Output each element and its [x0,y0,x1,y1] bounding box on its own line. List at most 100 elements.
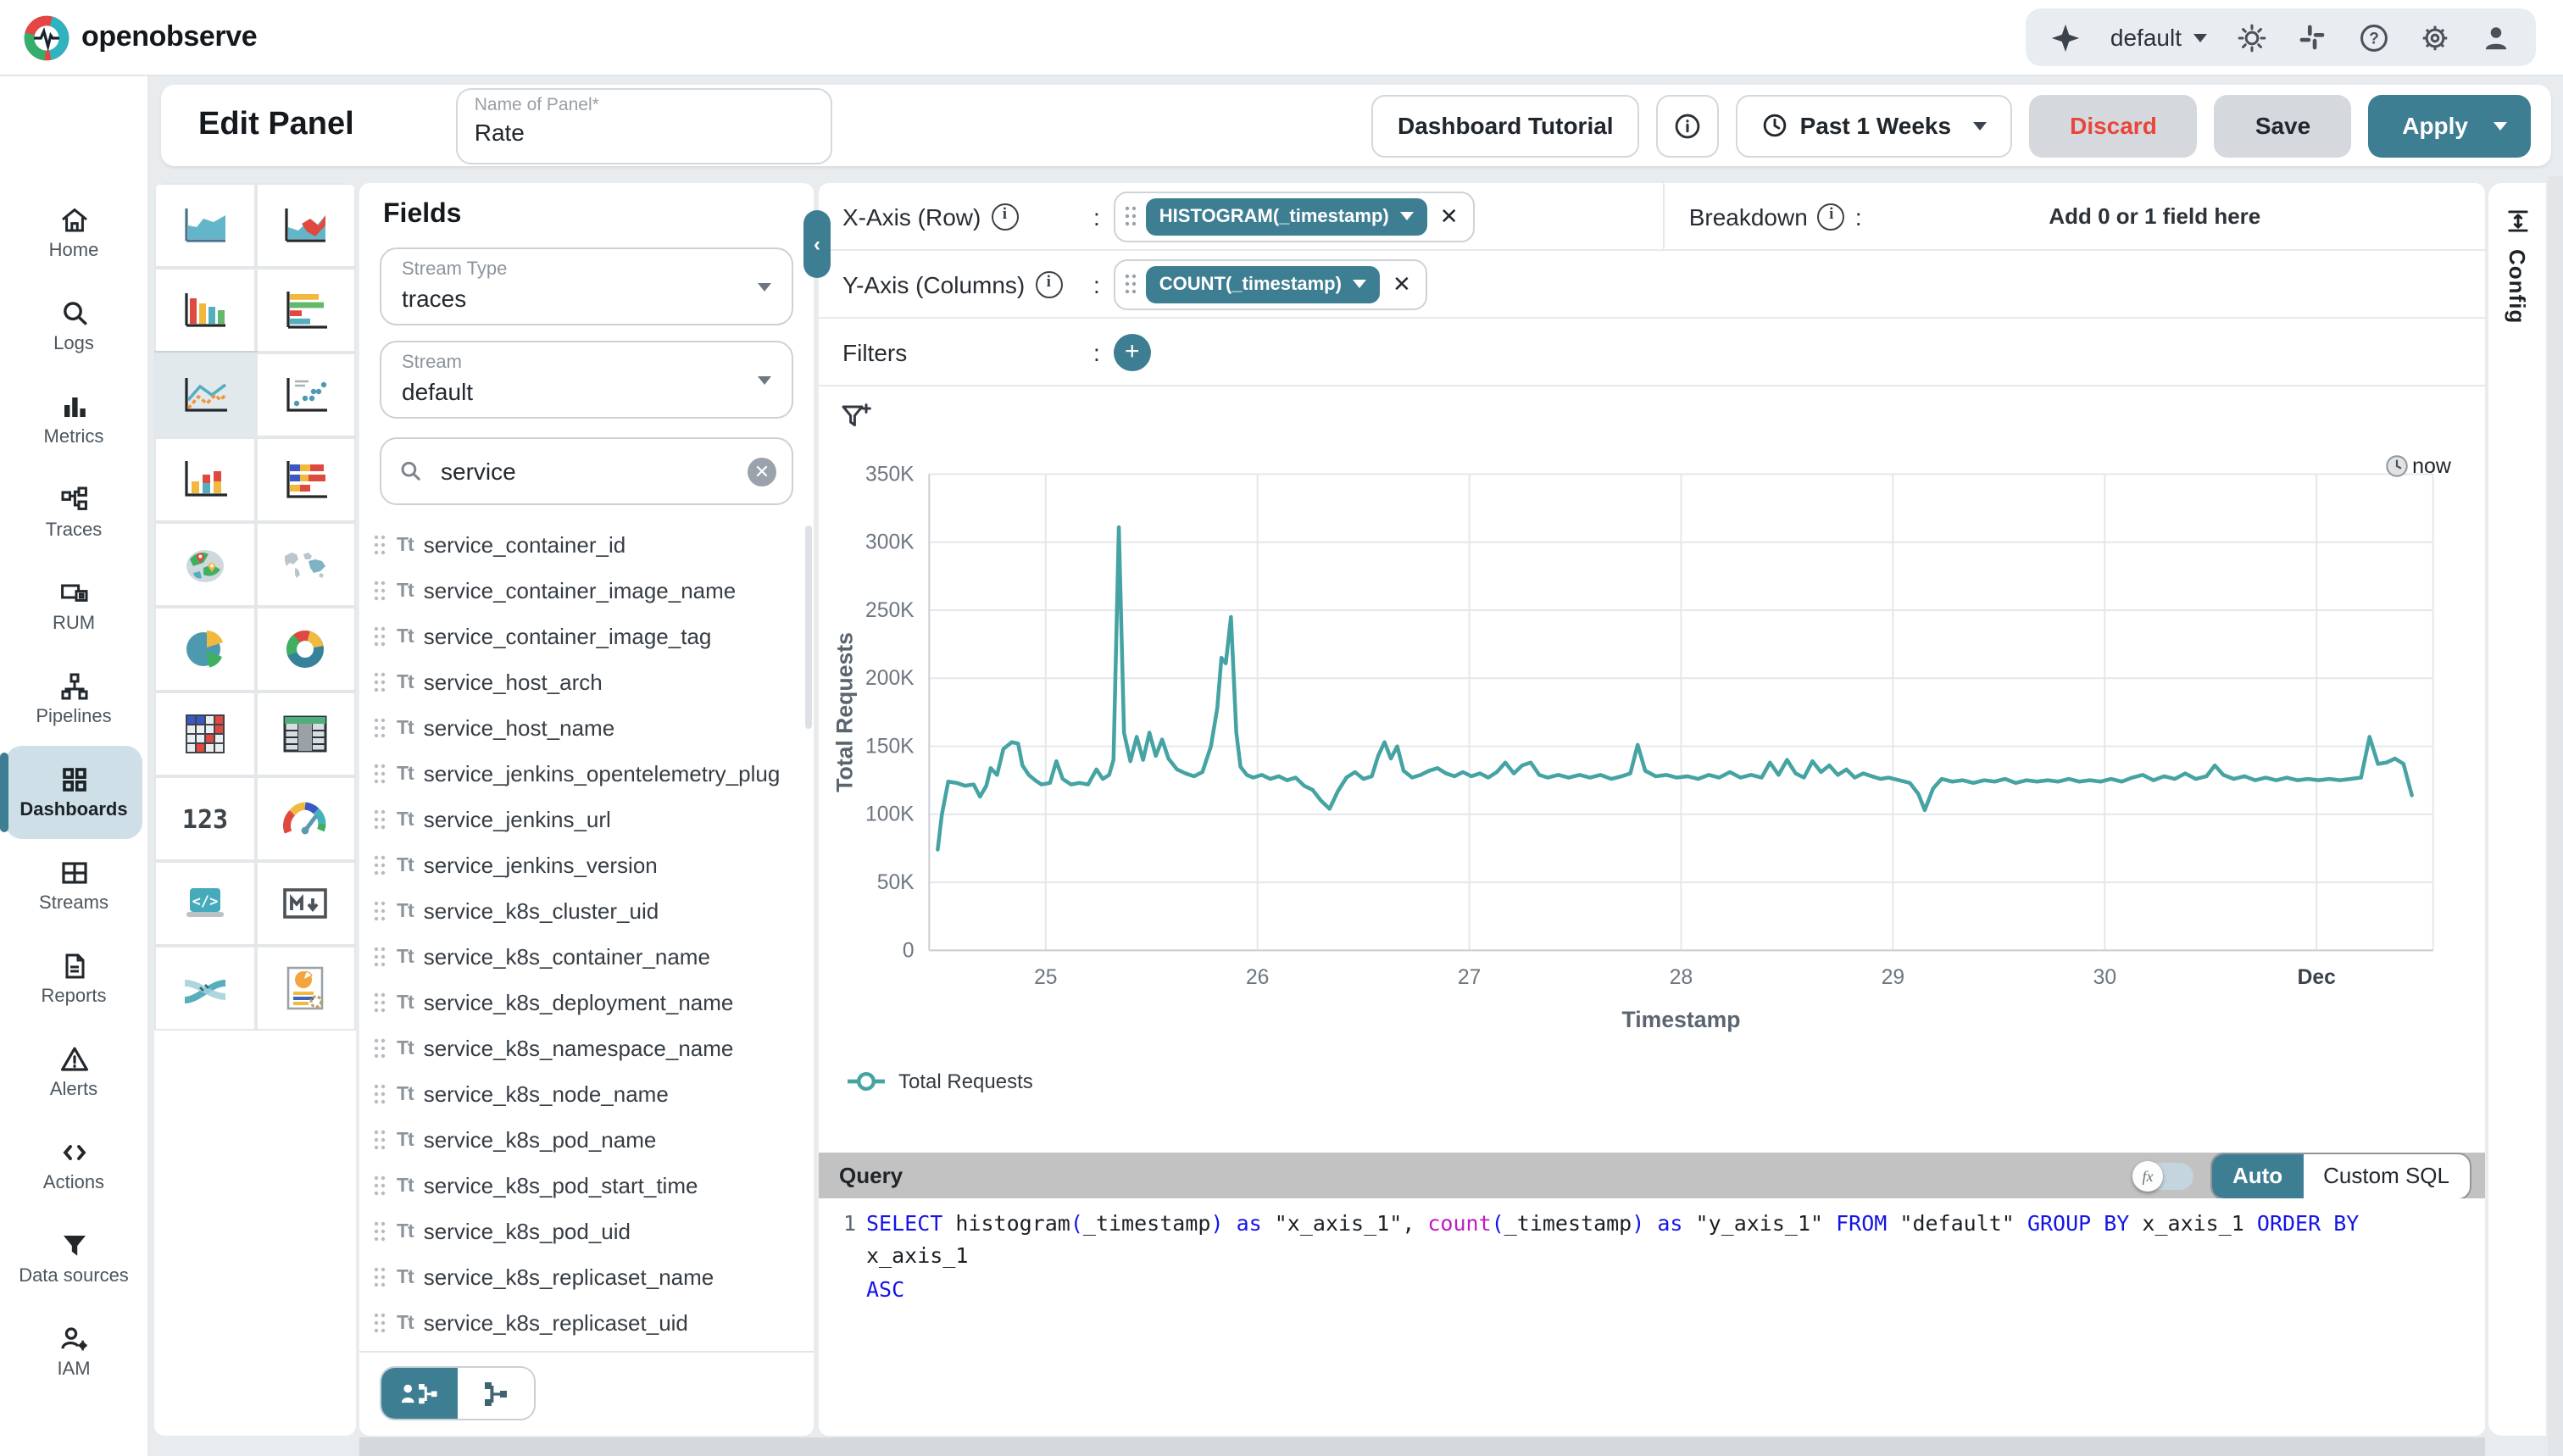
drag-handle-icon[interactable] [373,625,386,647]
field-search-input[interactable] [437,456,734,486]
remove-y-axis-field-icon[interactable]: ✕ [1389,270,1415,297]
sidebar-item-traces[interactable]: Traces [0,466,147,559]
collapse-fields-button[interactable]: ‹ [803,210,831,278]
drag-handle-icon[interactable] [373,580,386,602]
sql-editor[interactable]: 1 SELECT histogram(_timestamp) as "x_axi… [819,1198,2485,1436]
chart-type-pie[interactable] [154,607,255,692]
stream-select[interactable]: Stream default [380,341,793,419]
panel-info-button[interactable] [1656,94,1719,157]
field-item[interactable]: Ttservice_k8s_deployment_name [373,980,814,1025]
info-icon[interactable]: i [991,203,1018,230]
filter-plus-icon[interactable] [839,400,873,434]
info-icon[interactable]: i [1035,270,1062,297]
apply-button[interactable]: Apply [2368,94,2531,157]
chart-type-markdown[interactable] [255,861,356,946]
drag-handle-icon[interactable] [373,763,386,785]
field-item[interactable]: Ttservice_name [373,1346,814,1351]
chart-type-custom-chart[interactable] [255,946,356,1031]
chart-type-bar[interactable] [154,268,255,353]
chart-type-heatmap[interactable] [154,692,255,776]
horizontal-scrollbar[interactable] [359,1437,2485,1456]
panel-name-field[interactable]: Name of Panel* Rate [456,87,832,164]
dashboard-tutorial-button[interactable]: Dashboard Tutorial [1372,94,1639,157]
field-item[interactable]: Ttservice_k8s_replicaset_name [373,1254,814,1300]
drag-handle-icon[interactable] [373,1037,386,1059]
drag-handle-icon[interactable] [373,946,386,968]
brand[interactable]: openobserve [17,14,257,60]
save-button[interactable]: Save [2215,94,2351,157]
help-icon[interactable]: ? [2356,20,2390,54]
chart-type-area-stacked[interactable] [255,183,356,268]
discard-button[interactable]: Discard [2029,94,2198,157]
field-item[interactable]: Ttservice_host_name [373,705,814,751]
field-item[interactable]: Ttservice_k8s_container_name [373,934,814,980]
chart-type-maps[interactable] [255,522,356,607]
sidebar-item-home[interactable]: Home [0,186,147,280]
fields-scrollbar[interactable] [805,525,812,729]
drag-handle-icon[interactable] [373,1175,386,1197]
clear-search-icon[interactable]: ✕ [748,457,776,486]
drag-handle-icon[interactable] [373,1266,386,1288]
drag-handle-icon[interactable] [373,671,386,693]
drag-handle-icon[interactable] [373,534,386,556]
sidebar-item-dashboards[interactable]: Dashboards [5,746,142,839]
sidebar-item-actions[interactable]: Actions [0,1119,147,1212]
sidebar-item-iam[interactable]: IAM [0,1305,147,1398]
field-item[interactable]: Ttservice_jenkins_opentelemetry_plug [373,751,814,797]
drag-handle-icon[interactable] [373,854,386,876]
field-view-schema-button[interactable] [458,1368,534,1419]
sidebar-item-streams[interactable]: Streams [0,839,147,932]
chart-type-table[interactable] [255,692,356,776]
field-item[interactable]: Ttservice_k8s_pod_start_time [373,1163,814,1209]
field-item[interactable]: Ttservice_k8s_cluster_uid [373,888,814,934]
chart-type-gauge[interactable] [255,776,356,861]
chart-type-donut[interactable] [255,607,356,692]
y-axis-field-chip[interactable]: COUNT(_timestamp) [1146,265,1381,303]
timeseries-plot[interactable]: 050K100K150K200K250K300K350K252627282930… [829,444,2475,1065]
chart-legend[interactable]: Total Requests [846,1069,2485,1092]
drag-handle-icon[interactable] [1124,205,1137,227]
add-filter-button[interactable]: + [1114,333,1151,370]
chart-type-sankey[interactable] [154,946,255,1031]
chart-type-line[interactable] [154,353,255,437]
chart-type-geomap[interactable] [154,522,255,607]
drag-handle-icon[interactable] [373,1083,386,1105]
remove-x-axis-field-icon[interactable]: ✕ [1437,203,1462,230]
config-rail[interactable]: Config [2488,183,2546,1436]
chart-type-html[interactable]: </> [154,861,255,946]
field-item[interactable]: Ttservice_k8s_pod_name [373,1117,814,1163]
chart-type-horizontal-stacked-bar[interactable] [255,437,356,522]
time-range-selector[interactable]: Past 1 Weeks [1736,94,2013,157]
chart-type-stacked-bar[interactable] [154,437,255,522]
field-item[interactable]: Ttservice_container_image_name [373,568,814,614]
field-search[interactable]: ✕ [380,437,793,505]
field-item[interactable]: Ttservice_k8s_namespace_name [373,1025,814,1071]
drag-handle-icon[interactable] [373,992,386,1014]
sidebar-item-metrics[interactable]: Metrics [0,373,147,466]
query-mode-auto[interactable]: Auto [2212,1153,2303,1198]
field-item[interactable]: Ttservice_host_arch [373,659,814,705]
drag-handle-icon[interactable] [373,717,386,739]
sidebar-item-reports[interactable]: Reports [0,932,147,1025]
x-axis-field-chip[interactable]: HISTOGRAM(_timestamp) [1146,197,1428,235]
chart-type-metric-text[interactable]: 123 [154,776,255,861]
drag-handle-icon[interactable] [373,809,386,831]
drag-handle-icon[interactable] [373,1220,386,1242]
drag-handle-icon[interactable] [1124,273,1137,295]
field-item[interactable]: Ttservice_k8s_replicaset_uid [373,1300,814,1346]
stream-type-select[interactable]: Stream Type traces [380,247,793,325]
user-profile-icon[interactable] [2478,20,2512,54]
chart-type-scatter[interactable] [255,353,356,437]
field-item[interactable]: Ttservice_k8s_node_name [373,1071,814,1117]
field-view-user-schema-button[interactable] [381,1368,458,1419]
drag-handle-icon[interactable] [373,1312,386,1334]
drag-handle-icon[interactable] [373,1129,386,1151]
field-item[interactable]: Ttservice_k8s_pod_uid [373,1209,814,1254]
function-toggle[interactable]: fx [2132,1162,2193,1189]
theme-toggle-icon[interactable] [2234,20,2268,54]
query-mode-custom-sql[interactable]: Custom SQL [2303,1153,2470,1198]
settings-gear-icon[interactable] [2417,20,2451,54]
field-item[interactable]: Ttservice_container_id [373,522,814,568]
chart-type-area[interactable] [154,183,255,268]
chart-type-horizontal-bar[interactable] [255,268,356,353]
